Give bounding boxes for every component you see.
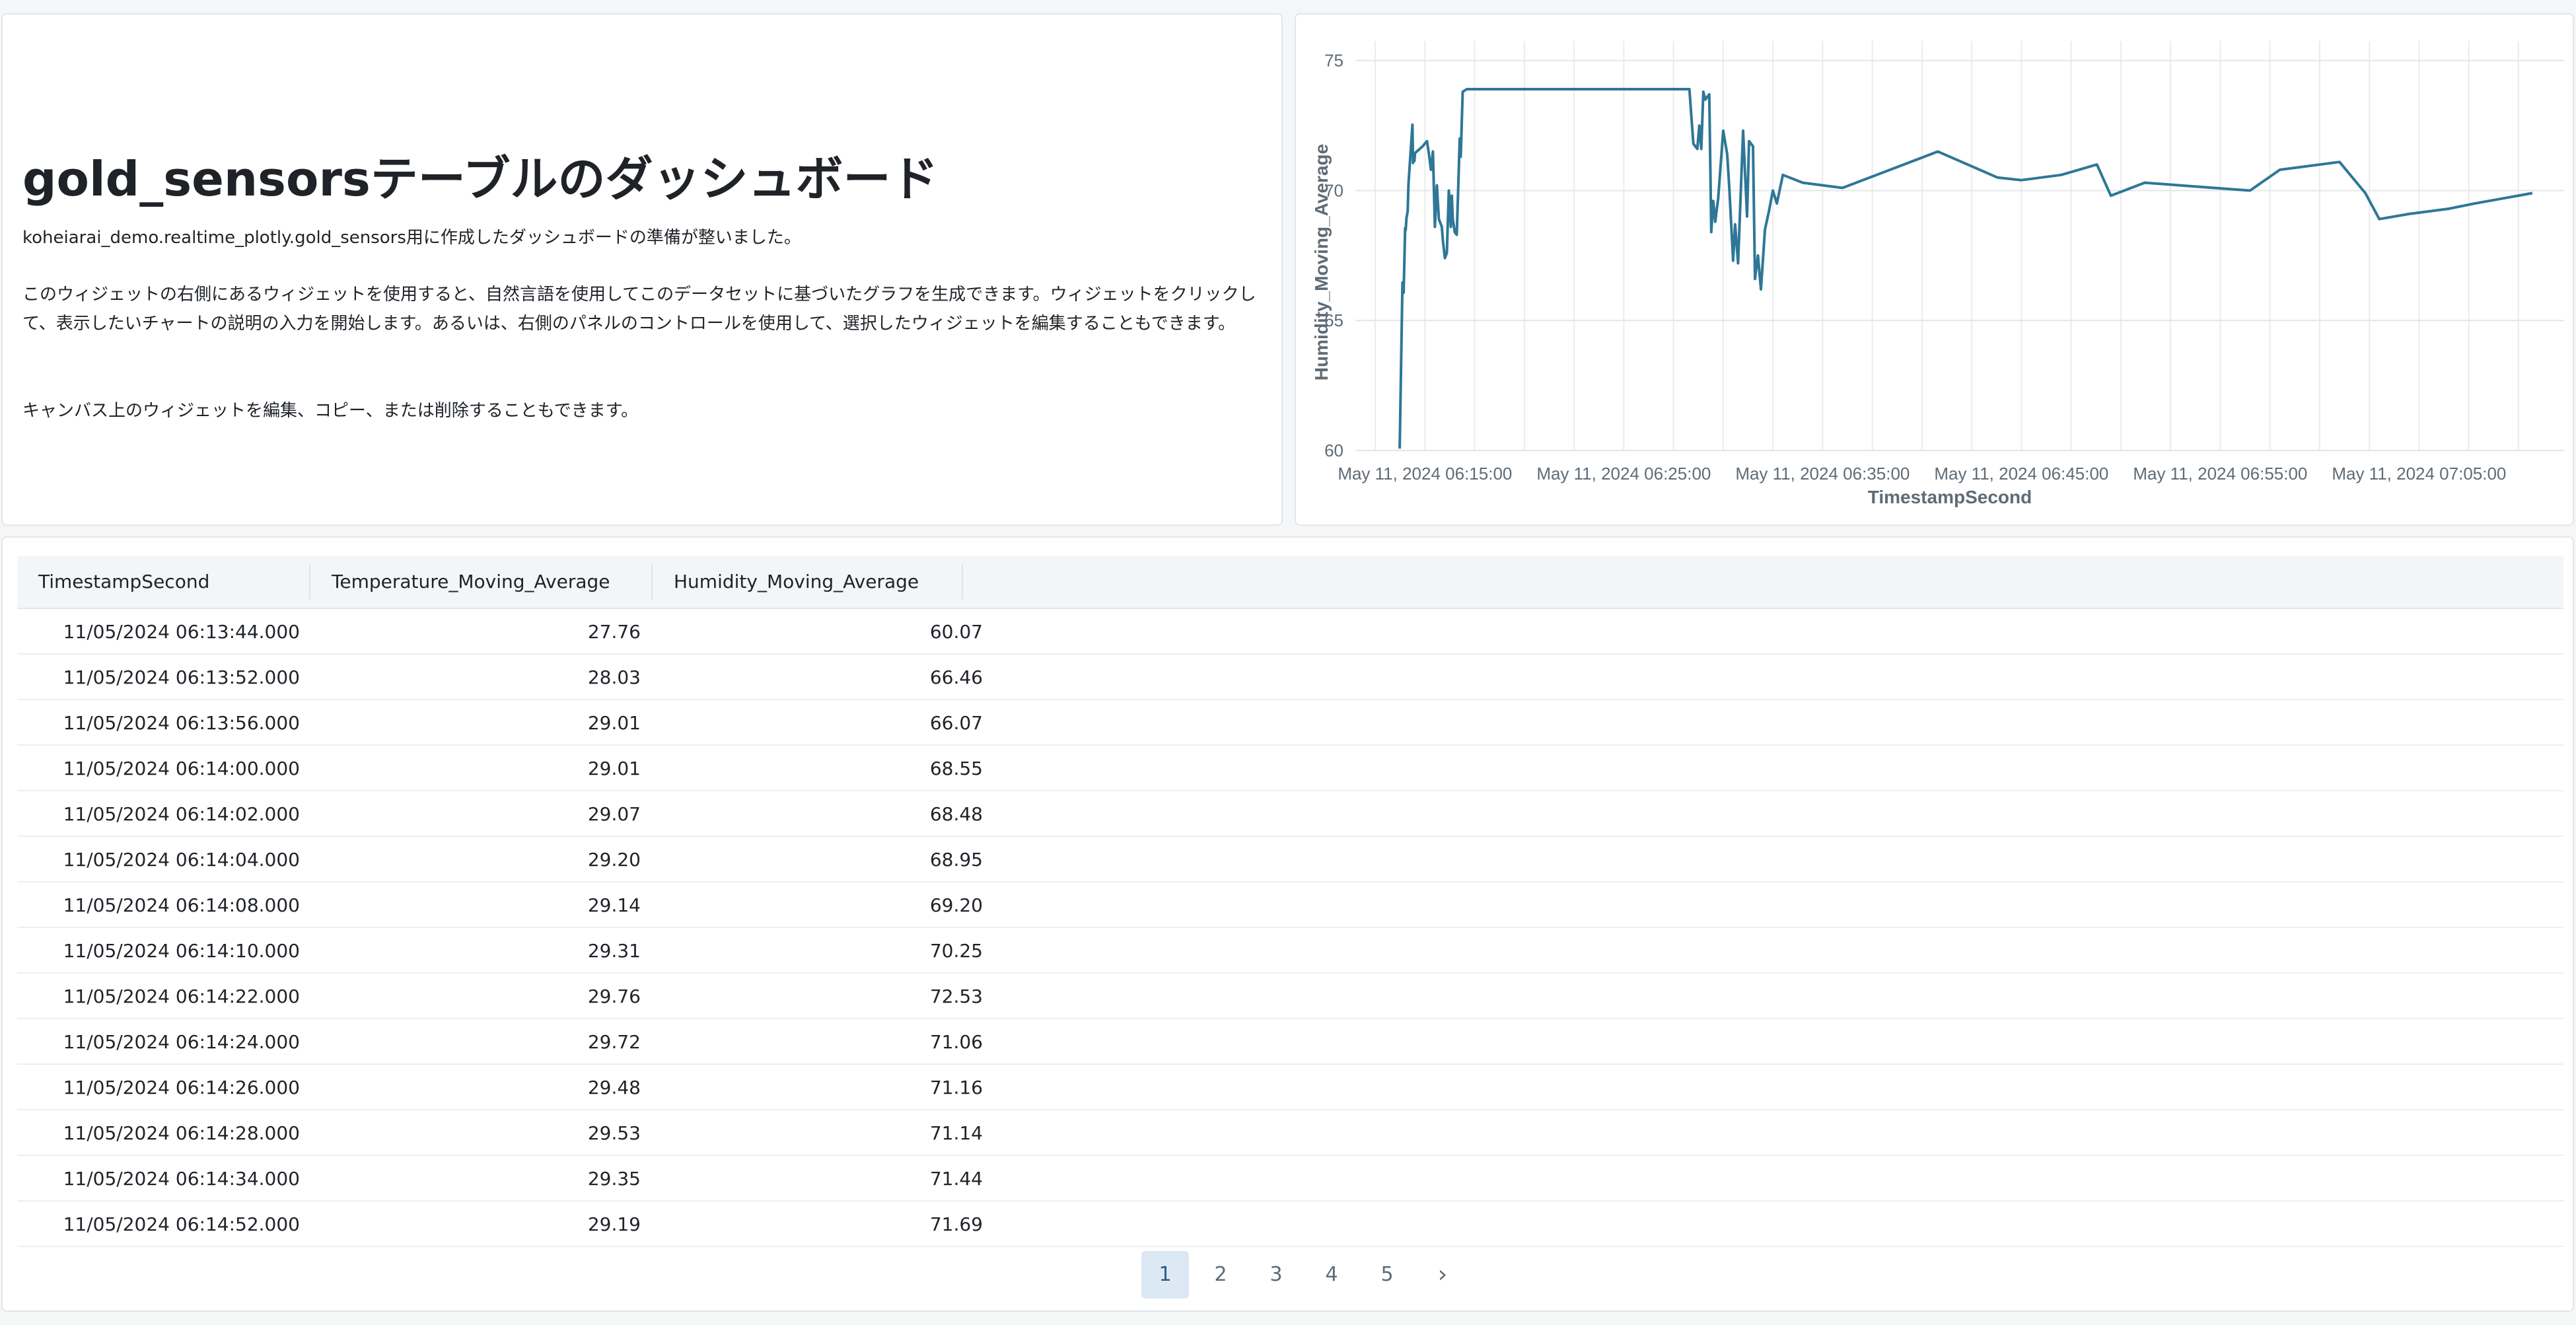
table-row[interactable]: 11/05/2024 06:14:04.000 29.20 68.95	[17, 837, 2563, 882]
table-row[interactable]: 11/05/2024 06:14:00.000 29.01 68.55	[17, 746, 2563, 791]
table-row[interactable]: 11/05/2024 06:14:26.000 29.48 71.16	[17, 1065, 2563, 1110]
x-axis-title: TimestampSecond	[1868, 487, 2032, 507]
dashboard-title: gold_sensorsテーブルのダッシュボード	[22, 151, 939, 207]
column-header-humidity[interactable]: Humidity_Moving_Average	[653, 564, 963, 600]
table-row[interactable]: 11/05/2024 06:14:34.000 29.35 71.44	[17, 1156, 2563, 1201]
humidity-line-chart: 60657075May 11, 2024 06:15:00 May 11, 202…	[1311, 41, 2564, 507]
table-row[interactable]: 11/05/2024 06:14:08.000 29.14 69.20	[17, 882, 2563, 928]
x-tick-label: May 11, 2024 06:35:00	[1735, 464, 1910, 483]
canvas-note-paragraph: キャンバス上のウィジェットを編集、コピー、または削除することもできます。	[22, 401, 639, 421]
y-axis-title: Humidity_Moving_Average	[1311, 144, 1332, 380]
humidity-cell: 68.55	[929, 758, 983, 779]
table-row[interactable]: 11/05/2024 06:14:28.000 29.53 71.14	[17, 1110, 2563, 1156]
humidity-cell: 71.14	[929, 1122, 983, 1144]
text-widget[interactable]: gold_sensorsテーブルのダッシュボード koheiarai_demo.…	[1, 13, 1283, 526]
page-button-5[interactable]: 5	[1363, 1251, 1411, 1299]
humidity-cell: 68.95	[929, 849, 983, 871]
instructions-paragraph: このウィジェットの右側にあるウィジェットを使用すると、自然言語を使用してこのデー…	[22, 285, 1256, 334]
table-row[interactable]: 11/05/2024 06:14:22.000 29.76 72.53	[17, 974, 2563, 1019]
chart-widget[interactable]: 60 65 70 75 May 11, 2024 06:15:00 May 11, 202…	[1295, 13, 2574, 526]
humidity-cell: 71.69	[929, 1213, 983, 1235]
intro-paragraph: koheiarai_demo.realtime_plotly.gold_sens…	[22, 228, 801, 248]
humidity-cell: 71.06	[929, 1031, 983, 1053]
x-tick-label: May 11, 2024 06:55:00	[2133, 464, 2307, 483]
table-row[interactable]: 11/05/2024 06:14:24.000 29.72 71.06	[17, 1019, 2563, 1065]
humidity-cell: 66.46	[929, 666, 983, 688]
table-row[interactable]: 11/05/2024 06:13:52.000 28.03 66.46	[17, 655, 2563, 700]
humidity-cell: 70.25	[929, 940, 983, 962]
humidity-cell: 66.07	[929, 712, 983, 734]
column-header-timestamp[interactable]: TimestampSecond	[17, 564, 310, 600]
table-row[interactable]: 11/05/2024 06:13:56.000 29.01 66.07	[17, 700, 2563, 746]
table-header: TimestampSecond Temperature_Moving_Avera…	[17, 556, 2563, 609]
humidity-cell: 69.20	[929, 894, 983, 916]
humidity-cell: 71.44	[929, 1168, 983, 1190]
page-button-2[interactable]: 2	[1197, 1251, 1244, 1299]
humidity-cell: 60.07	[929, 621, 983, 643]
table-widget[interactable]: TimestampSecond Temperature_Moving_Avera…	[1, 536, 2574, 1312]
humidity-cell: 71.16	[929, 1077, 983, 1098]
humidity-cell: 72.53	[929, 985, 983, 1007]
page-button-4[interactable]: 4	[1308, 1251, 1355, 1299]
chevron-right-icon[interactable]: ›	[1419, 1251, 1466, 1299]
humidity-cell: 68.48	[929, 803, 983, 825]
table-row[interactable]: 11/05/2024 06:14:02.000 29.07 68.48	[17, 791, 2563, 837]
table-row[interactable]: 11/05/2024 06:14:52.000 29.19 71.69	[17, 1201, 2563, 1247]
humidity-series-line	[1398, 88, 2533, 449]
x-tick-label: May 11, 2024 06:15:00	[1338, 464, 1512, 483]
table-row[interactable]: 11/05/2024 06:14:10.000 29.31 70.25	[17, 928, 2563, 974]
x-tick-label: May 11, 2024 06:25:00	[1536, 464, 1711, 483]
table-row[interactable]: 11/05/2024 06:13:44.000 27.76 60.07	[17, 609, 2563, 655]
page-button-1[interactable]: 1	[1141, 1251, 1189, 1299]
x-tick-label: May 11, 2024 07:05:00	[2332, 464, 2506, 483]
y-tick-label: 60	[1324, 441, 1343, 460]
page-button-3[interactable]: 3	[1252, 1251, 1300, 1299]
x-tick-label: May 11, 2024 06:45:00	[1934, 464, 2108, 483]
column-header-temperature[interactable]: Temperature_Moving_Average	[310, 564, 653, 600]
y-tick-label: 75	[1324, 51, 1343, 71]
